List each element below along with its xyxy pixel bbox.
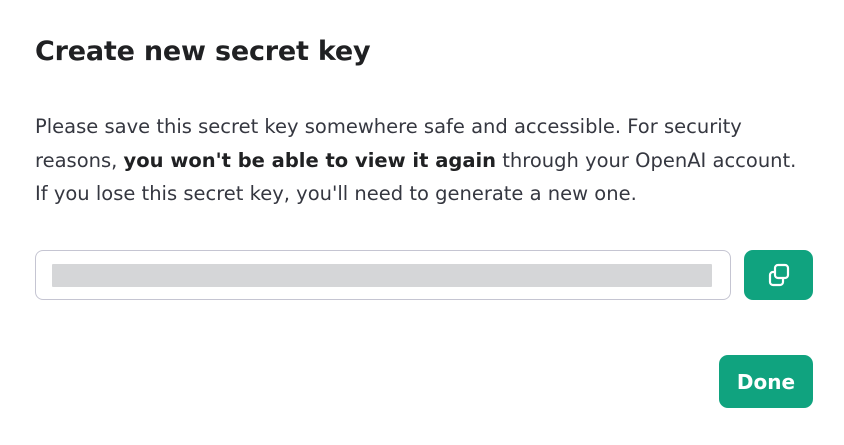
secret-key-field[interactable] [35, 250, 731, 300]
create-secret-key-dialog: Create new secret key Please save this s… [0, 0, 844, 445]
dialog-message: Please save this secret key somewhere sa… [35, 110, 815, 211]
message-emphasis: you won't be able to view it again [123, 148, 497, 172]
done-button[interactable]: Done [719, 355, 813, 408]
secret-key-redaction [52, 264, 712, 287]
copy-icon [768, 263, 790, 287]
copy-button[interactable] [744, 250, 813, 300]
dialog-title: Create new secret key [35, 36, 371, 67]
